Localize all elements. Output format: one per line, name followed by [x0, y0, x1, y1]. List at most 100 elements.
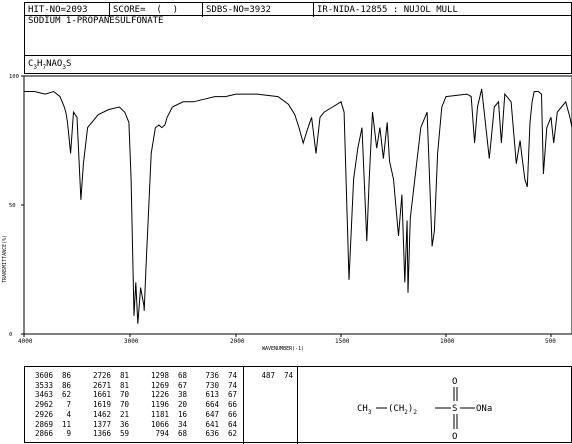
peak-transmittance: 67	[227, 390, 237, 400]
peak-entry: 2726 81	[89, 371, 129, 381]
x-tick-label: 4000	[18, 338, 33, 345]
peak-wavenumber: 487	[261, 371, 275, 380]
peak-transmittance: 21	[119, 409, 129, 419]
structure-ch3: CH3	[357, 404, 372, 416]
peak-wavenumber: 1181	[150, 409, 169, 419]
peak-transmittance: 74	[227, 380, 237, 390]
peak-entry: 2866 9	[31, 429, 71, 439]
peak-entry: 1661 70	[89, 390, 129, 400]
peak-wavenumber: 2866	[34, 429, 53, 439]
peak-entry: 1269 67	[147, 381, 187, 391]
compound-name: SODIUM 1-PROPANESULFONATE	[28, 16, 164, 26]
structure-ch2-chain: (CH2)2	[388, 404, 417, 416]
peak-entry: 1377 36	[89, 420, 129, 430]
peak-transmittance: 66	[227, 409, 237, 419]
peak-entry: 1366 59	[89, 429, 129, 439]
peak-wavenumber: 1661	[92, 390, 111, 400]
peak-entry: 641 64	[197, 420, 237, 430]
y-axis-label: TRANSMITTANCE(%)	[2, 235, 8, 283]
peak-entry: 2869 11	[31, 420, 71, 430]
peak-entry: 2926 4	[31, 410, 71, 420]
peak-transmittance: 34	[177, 419, 187, 429]
peak-entry: 1619 70	[89, 400, 129, 410]
spectrum-line	[24, 88, 572, 324]
x-tick-label: 3000	[124, 338, 139, 345]
y-tick-label: 100	[9, 74, 19, 80]
peak-transmittance: 62	[227, 429, 237, 439]
x-tick-label: 500	[545, 338, 556, 345]
structure-drawing: CH3 (CH2)2 S ONa O O	[357, 377, 492, 442]
plot-frame	[23, 75, 572, 335]
structure-salt: ONa	[476, 404, 492, 414]
peak-entry: 1196 20	[147, 400, 187, 410]
peak-transmittance: 64	[227, 419, 237, 429]
compound-name-box: SODIUM 1-PROPANESULFONATE	[24, 15, 572, 56]
peak-column: 3606 86 3533 86 3463 62 2962 7 2926 4 2869 11 2866 9	[31, 371, 71, 439]
peak-entry: 794 68	[147, 429, 187, 439]
peak-wavenumber: 2962	[34, 400, 53, 410]
peak-transmittance: 86	[61, 380, 71, 390]
peak-entry: 3533 86	[31, 381, 71, 391]
peak-wavenumber: 1226	[150, 390, 169, 400]
structure-oxygen-top: O	[452, 377, 457, 387]
peak-transmittance: 16	[177, 409, 187, 419]
peak-entry: 636 62	[197, 429, 237, 439]
peak-wavenumber: 736	[205, 371, 219, 380]
peak-column: 736 74 730 74 613 67 664 66 647 66 641 64 636 62	[197, 371, 237, 439]
peak-transmittance: 59	[119, 429, 129, 439]
molecular-formula: C3H7NAO3S	[28, 59, 72, 71]
peak-table: 3606 86 3533 86 3463 62 2962 7 2926 4 2869 11 2866 9 2…	[25, 367, 297, 444]
formula-box: C3H7NAO3S	[24, 55, 572, 74]
header-bar: HIT-NO=2093 SCORE= ( ) SDBS-NO=3932 IR-N…	[24, 2, 572, 17]
peak-entry: 736 74	[197, 371, 237, 381]
peak-transmittance: 68	[177, 371, 187, 380]
ir-spectrum-chart: 4000 3000 2000 1500 1000 500100500 TRANSMITTA…	[2, 74, 572, 352]
y-tick-label: 50	[9, 203, 16, 209]
peak-wavenumber: 613	[205, 390, 219, 400]
peak-entry: 3463 62	[31, 390, 71, 400]
peak-transmittance: 7	[66, 400, 71, 410]
peak-wavenumber: 3463	[34, 390, 53, 400]
peak-entry: 2962 7	[31, 400, 71, 410]
peak-transmittance: 81	[119, 380, 129, 390]
peak-transmittance: 68	[177, 429, 187, 439]
peak-transmittance: 66	[227, 400, 237, 410]
peak-transmittance: 9	[66, 429, 71, 439]
peak-wavenumber: 1066	[150, 419, 169, 429]
x-tick-label: 2000	[230, 338, 245, 345]
peak-wavenumber: 1377	[92, 419, 111, 429]
peak-transmittance: 67	[177, 380, 187, 390]
peak-wavenumber: 664	[205, 400, 219, 410]
peak-transmittance: 81	[119, 371, 129, 380]
peak-transmittance: 11	[61, 419, 71, 429]
peak-column: 1298 68 1269 67 1226 38 1196 20 1181 16 1066 34 794 6…	[147, 371, 187, 439]
peak-wavenumber: 730	[205, 380, 219, 390]
peak-wavenumber: 2869	[34, 419, 53, 429]
peak-wavenumber: 794	[155, 429, 169, 439]
peak-wavenumber: 1366	[92, 429, 111, 439]
peak-entry: 3606 86	[31, 371, 71, 381]
peak-transmittance: 36	[119, 419, 129, 429]
peak-wavenumber: 1619	[92, 400, 111, 410]
peak-column: 487 74	[253, 371, 293, 381]
peak-wavenumber: 1462	[92, 409, 111, 419]
peak-transmittance: 74	[283, 371, 293, 380]
peak-entry: 1226 38	[147, 390, 187, 400]
peak-entry: 613 67	[197, 390, 237, 400]
peak-table-box: 3606 86 3533 86 3463 62 2962 7 2926 4 2869 11 2866 9 2…	[24, 366, 572, 444]
peak-entry: 647 66	[197, 410, 237, 420]
peak-transmittance: 70	[119, 390, 129, 400]
table-divider	[297, 367, 298, 444]
structure-sulfur: S	[452, 404, 457, 414]
peak-entry: 730 74	[197, 381, 237, 391]
peak-transmittance: 62	[61, 390, 71, 400]
peak-wavenumber: 2726	[92, 371, 111, 380]
peak-wavenumber: 641	[205, 419, 219, 429]
peak-wavenumber: 2926	[34, 409, 53, 419]
peak-entry: 1462 21	[89, 410, 129, 420]
peak-wavenumber: 2671	[92, 380, 111, 390]
x-tick-label: 1500	[335, 338, 350, 345]
peak-transmittance: 74	[227, 371, 237, 380]
peak-wavenumber: 3533	[34, 380, 53, 390]
peak-entry: 487 74	[253, 371, 293, 381]
